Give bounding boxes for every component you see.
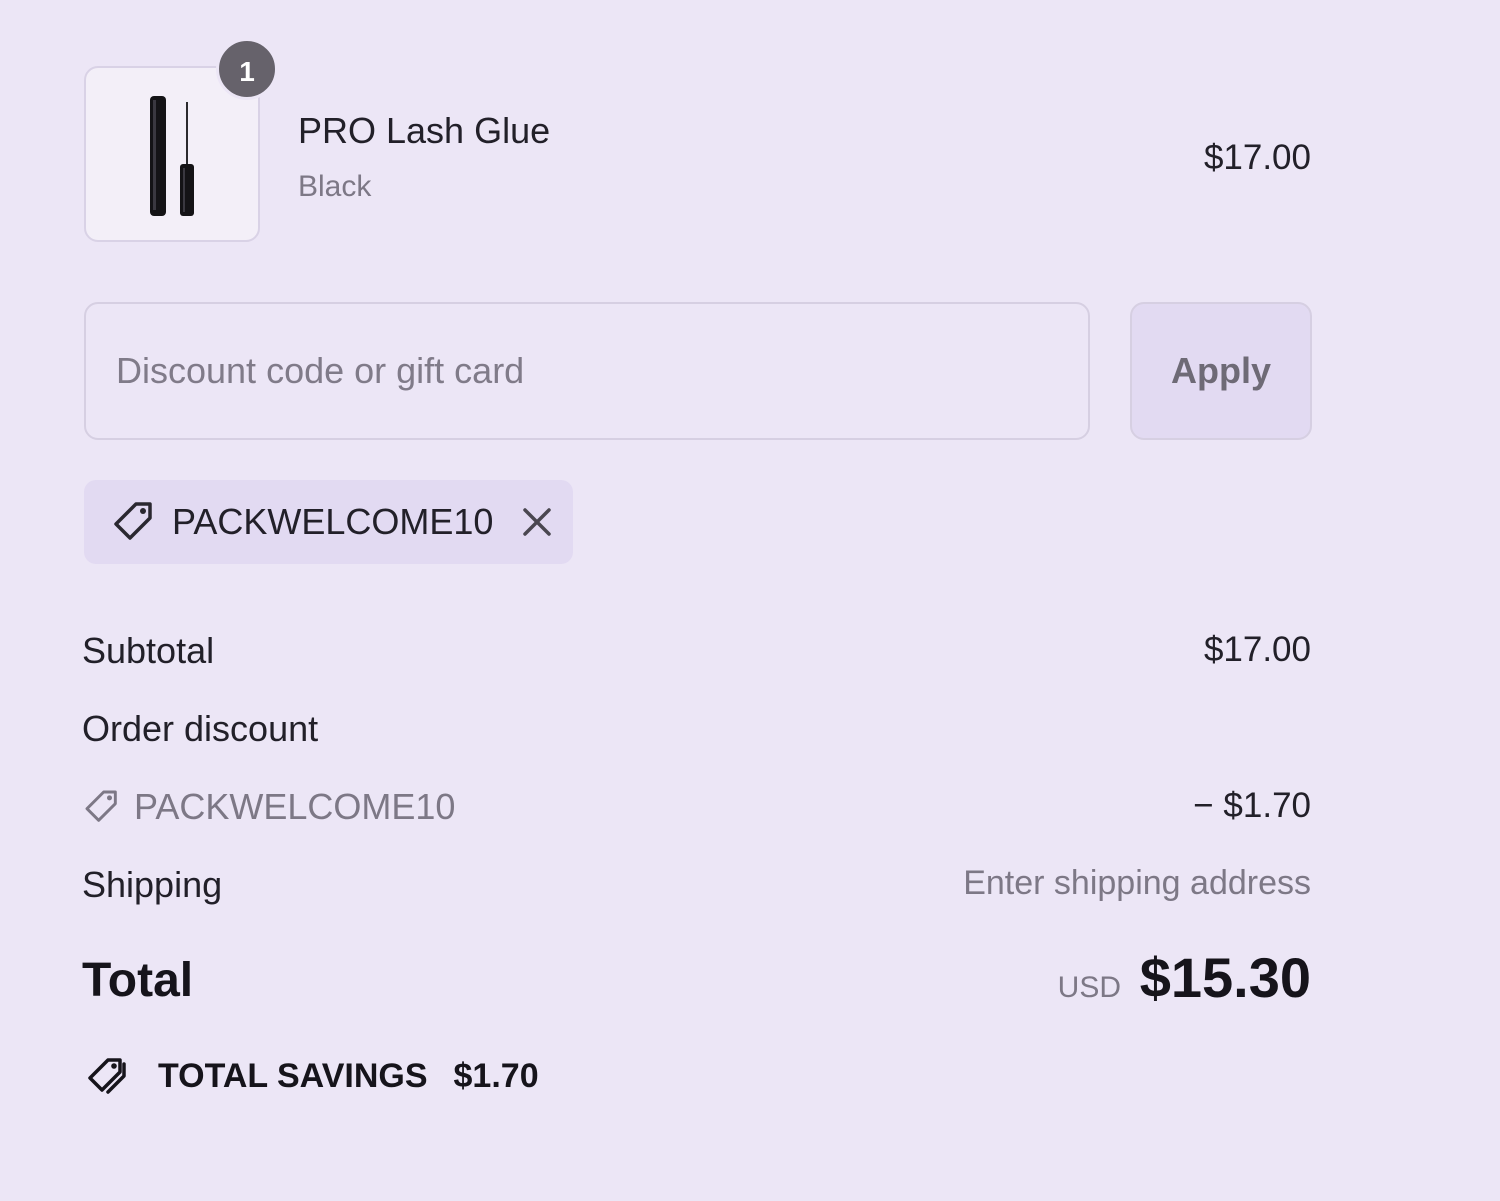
- quantity-badge: 1: [216, 38, 278, 100]
- subtotal-row: Subtotal $17.00: [82, 630, 1311, 680]
- shipping-value: Enter shipping address: [963, 864, 1311, 902]
- close-icon: [523, 508, 552, 536]
- subtotal-value: $17.00: [1203, 630, 1311, 669]
- apply-button[interactable]: Apply: [1130, 302, 1312, 440]
- applied-code-label: PACKWELCOME10: [172, 501, 494, 542]
- line-item: 1 PRO Lash Glue Black $17.00: [84, 38, 1311, 244]
- shipping-label: Shipping: [82, 864, 223, 905]
- total-label: Total: [82, 954, 194, 1007]
- discount-code-line: PACKWELCOME10: [82, 786, 455, 828]
- order-discount-row: Order discount: [82, 708, 1311, 758]
- discount-code-value: − $1.70: [1193, 786, 1311, 825]
- order-discount-label: Order discount: [82, 708, 319, 749]
- total-amount: $15.30: [1139, 946, 1311, 1009]
- remove-discount-button[interactable]: [517, 502, 557, 542]
- applied-discount-chip: PACKWELCOME10: [84, 480, 573, 564]
- discount-code-row: PACKWELCOME10 − $1.70: [82, 786, 1311, 836]
- tag-icon: [85, 790, 117, 822]
- order-summary: 1 PRO Lash Glue Black $17.00 Apply PACKW…: [0, 0, 1500, 1201]
- product-thumbnail: 1: [84, 38, 278, 242]
- product-price: $17.00: [1203, 138, 1311, 177]
- discount-code-label: PACKWELCOME10: [134, 786, 456, 827]
- savings-label: TOTAL SAVINGS: [158, 1056, 428, 1095]
- total-row: Total USD $15.30: [82, 945, 1311, 1015]
- subtotal-label: Subtotal: [82, 630, 215, 671]
- savings-amount: $1.70: [453, 1056, 539, 1095]
- lash-glue-bottle-icon: [150, 96, 194, 216]
- product-variant: Black: [298, 170, 372, 203]
- tags-icon: [88, 1058, 126, 1094]
- shipping-row: Shipping Enter shipping address: [82, 864, 1311, 914]
- total-savings: TOTAL SAVINGS $1.70: [84, 1052, 539, 1100]
- discount-code-input[interactable]: [84, 302, 1090, 440]
- product-name: PRO Lash Glue: [298, 110, 551, 151]
- currency-code: USD: [1057, 971, 1121, 1004]
- tag-icon: [114, 502, 152, 540]
